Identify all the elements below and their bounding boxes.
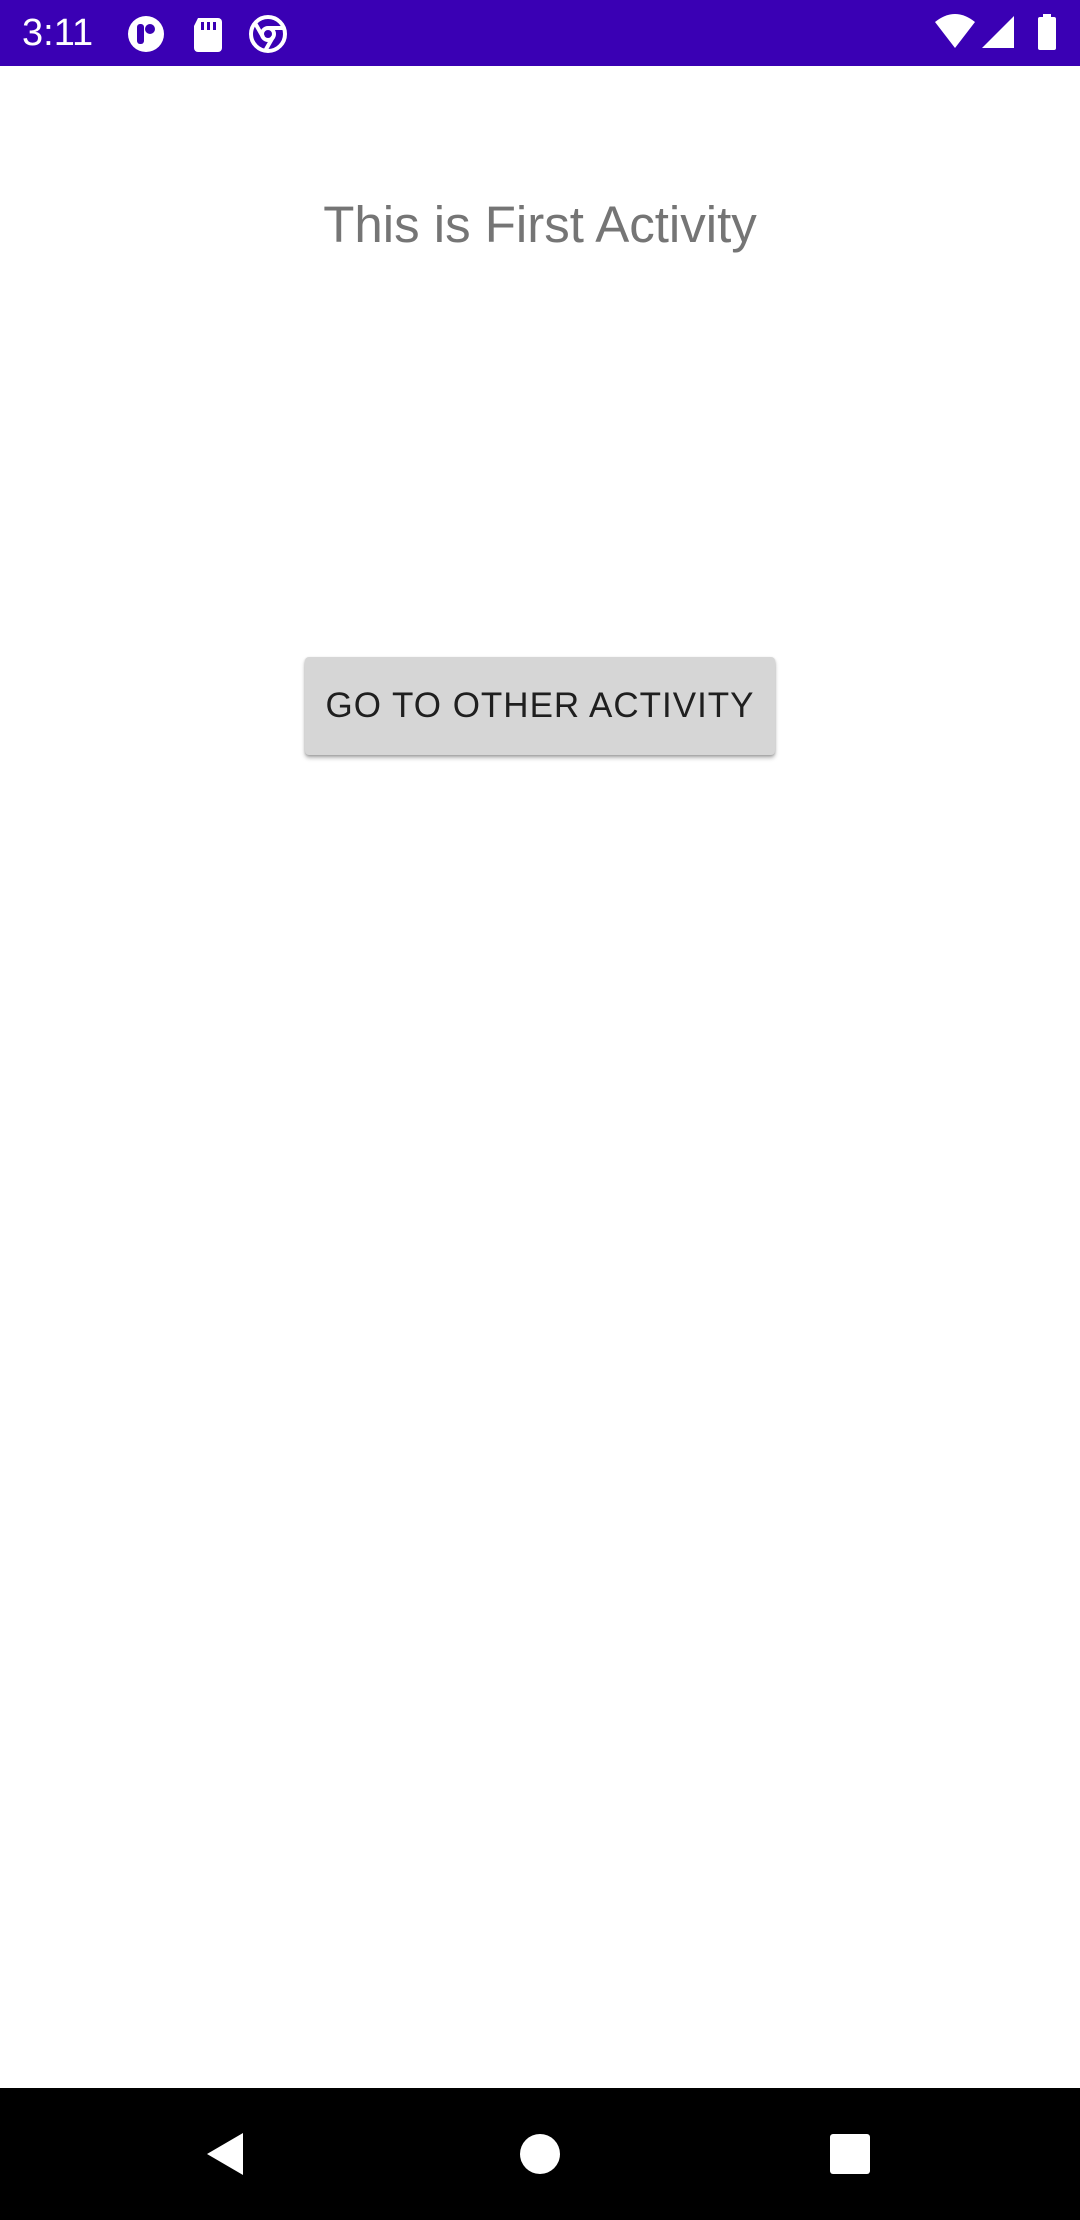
- recents-icon[interactable]: [810, 2114, 890, 2194]
- page-title: This is First Activity: [323, 196, 757, 253]
- pocket-casts-icon: [126, 14, 166, 54]
- back-icon[interactable]: [186, 2114, 266, 2194]
- app-screen: 3:11 This is First Activity GO TO OTHER …: [0, 0, 1080, 2220]
- status-bar: 3:11: [0, 0, 1080, 66]
- wifi-icon: [934, 12, 976, 52]
- home-icon[interactable]: [500, 2114, 580, 2194]
- cell-signal-icon: [980, 12, 1016, 52]
- status-time: 3:11: [22, 12, 94, 54]
- battery-icon: [1036, 12, 1058, 52]
- go-to-other-activity-button[interactable]: GO TO OTHER ACTIVITY: [305, 657, 775, 755]
- navigation-bar: [0, 2088, 1080, 2220]
- chrome-icon: [248, 14, 288, 54]
- sd-card-icon: [188, 14, 228, 54]
